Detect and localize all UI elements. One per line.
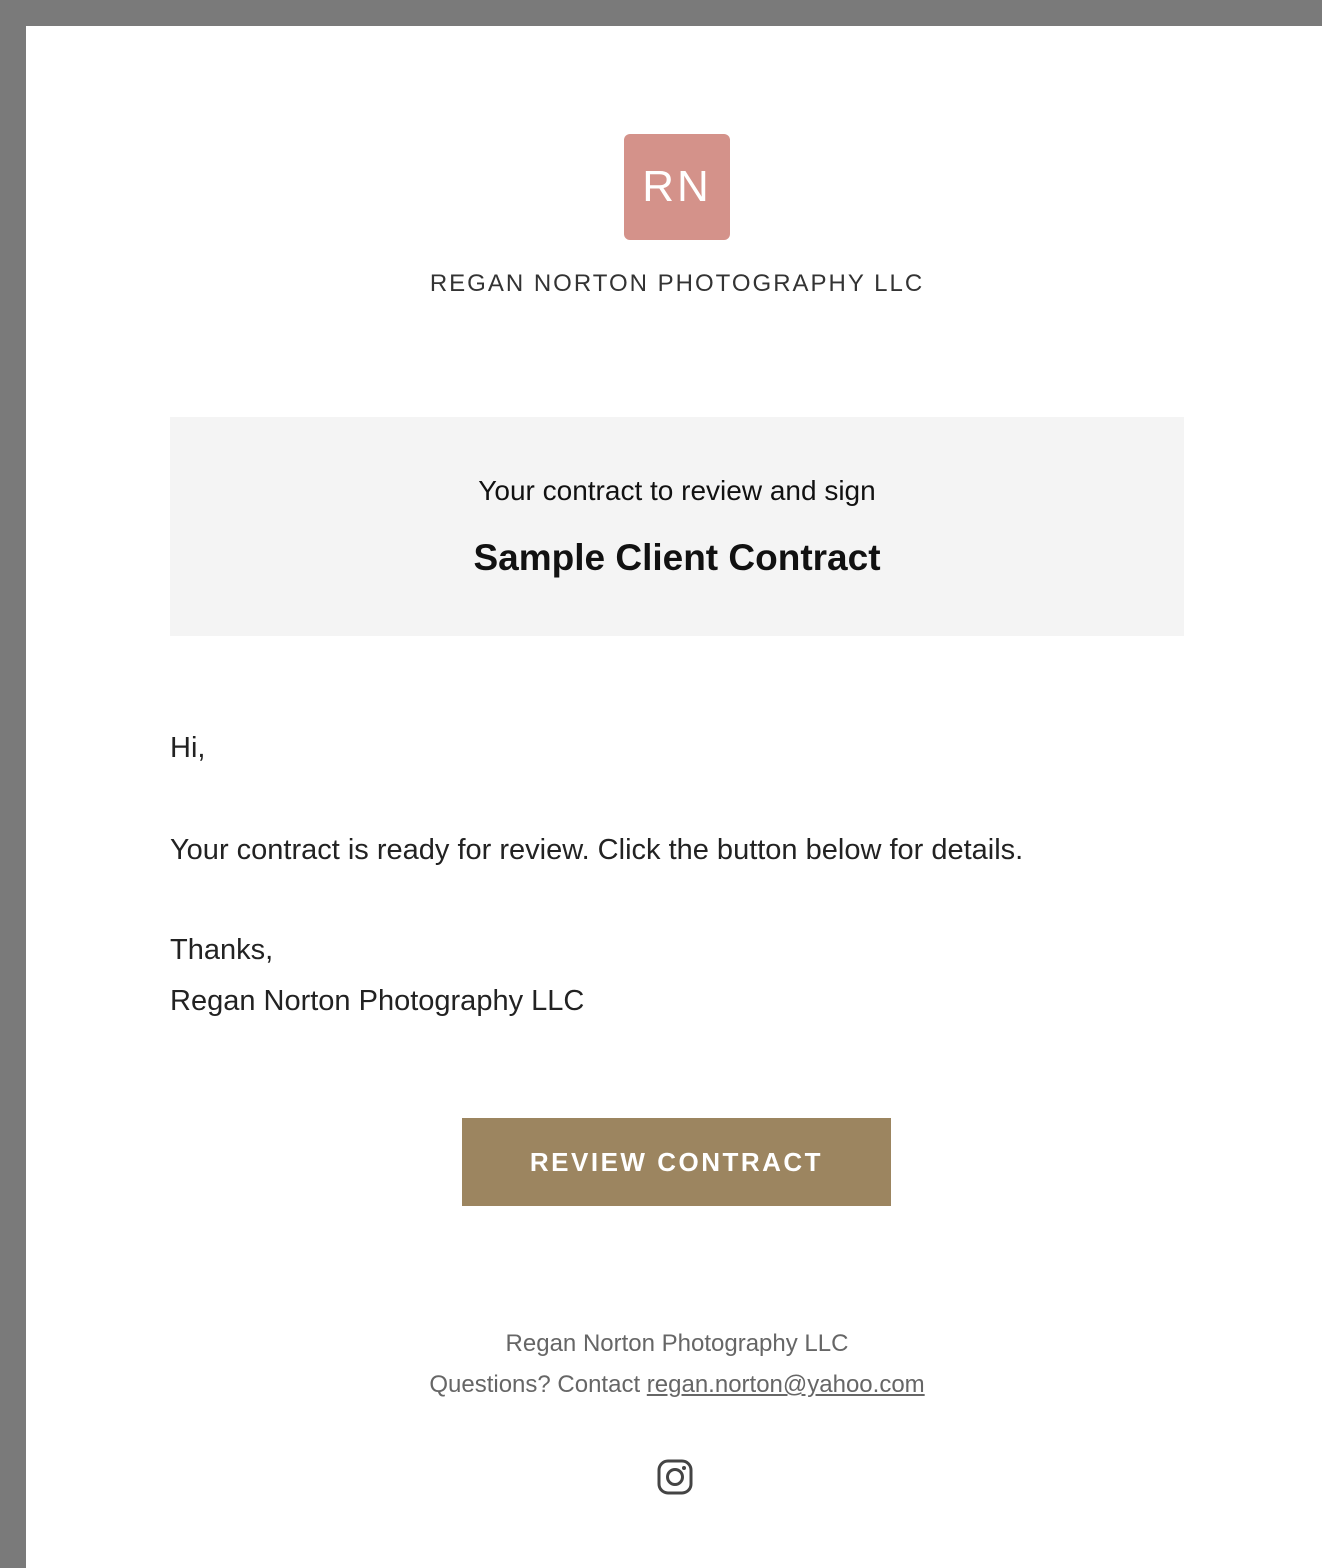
footer-contact-prefix: Questions? Contact <box>429 1371 641 1398</box>
signature-text: Regan Norton Photography LLC <box>170 985 585 1017</box>
thanks-text: Thanks, <box>170 934 274 966</box>
message-text: Your contract is ready for review. Click… <box>170 834 1024 866</box>
email-body: RN REGAN NORTON PHOTOGRAPHY LLC Your con… <box>26 26 1322 1568</box>
banner-subtitle: Your contract to review and sign <box>478 475 876 506</box>
footer-company: Regan Norton Photography LLC <box>505 1330 849 1357</box>
footer-contact: Questions? Contact regan.norton@yahoo.co… <box>26 1371 1322 1399</box>
instagram-icon[interactable] <box>656 1458 694 1496</box>
greeting-text: Hi, <box>170 732 206 764</box>
logo-initials: RN <box>642 162 712 211</box>
brand-name: REGAN NORTON PHOTOGRAPHY LLC <box>429 270 925 297</box>
contract-title: Sample Client Contract <box>473 537 881 578</box>
contract-banner: Your contract to review and sign Sample … <box>170 417 1184 636</box>
footer-email-link[interactable]: regan.norton@yahoo.com <box>647 1371 925 1398</box>
review-contract-button[interactable]: REVIEW CONTRACT <box>462 1118 891 1206</box>
brand-logo: RN <box>624 134 730 240</box>
window-frame: RN REGAN NORTON PHOTOGRAPHY LLC Your con… <box>0 0 1322 1568</box>
